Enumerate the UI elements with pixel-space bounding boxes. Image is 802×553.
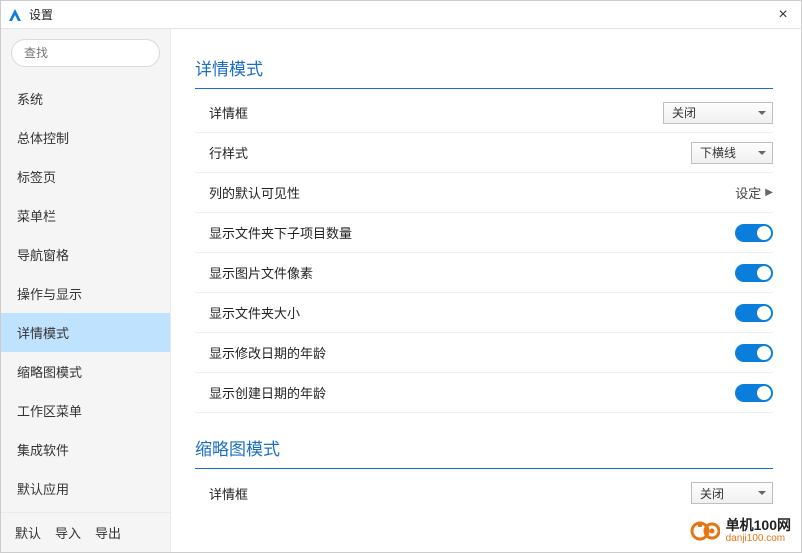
toggle-show-folder-size[interactable] <box>735 304 773 322</box>
toggle-show-image-px[interactable] <box>735 264 773 282</box>
sidebar-item-default-apps[interactable]: 默认应用 <box>1 469 170 508</box>
chevron-right-icon: ▶ <box>765 187 773 198</box>
sidebar-item-tabs[interactable]: 标签页 <box>1 157 170 196</box>
select-detail-box[interactable]: 关闭 <box>663 102 773 124</box>
row-col-visibility: 列的默认可见性 设定 ▶ <box>195 173 773 213</box>
label-detail-box: 详情框 <box>195 103 663 122</box>
search-input[interactable] <box>11 39 160 67</box>
row-row-style: 行样式 下横线 <box>195 133 773 173</box>
title-bar: 设置 × <box>1 1 801 29</box>
label-show-folder-size: 显示文件夹大小 <box>195 303 735 322</box>
sidebar-item-overall-control[interactable]: 总体控制 <box>1 118 170 157</box>
app-logo-icon <box>7 7 23 23</box>
sidebar-nav: 系统 总体控制 标签页 菜单栏 导航窗格 操作与显示 详情模式 缩略图模式 工作… <box>1 75 170 512</box>
sidebar-item-operation-display[interactable]: 操作与显示 <box>1 274 170 313</box>
close-button[interactable]: × <box>771 6 795 24</box>
col-visibility-action-label: 设定 <box>735 183 761 202</box>
sidebar-item-menubar[interactable]: 菜单栏 <box>1 196 170 235</box>
row-detail-box: 详情框 关闭 <box>195 93 773 133</box>
label-show-mod-age: 显示修改日期的年龄 <box>195 343 735 362</box>
select-thumb-detail-box[interactable]: 关闭 <box>691 482 773 504</box>
label-show-child-count: 显示文件夹下子项目数量 <box>195 223 735 242</box>
row-show-child-count: 显示文件夹下子项目数量 <box>195 213 773 253</box>
sidebar-item-detail-mode[interactable]: 详情模式 <box>1 313 170 352</box>
main-area: 系统 总体控制 标签页 菜单栏 导航窗格 操作与显示 详情模式 缩略图模式 工作… <box>1 29 801 552</box>
search-wrap <box>1 29 170 75</box>
select-row-style[interactable]: 下横线 <box>691 142 773 164</box>
toggle-show-mod-age[interactable] <box>735 344 773 362</box>
sidebar-item-system[interactable]: 系统 <box>1 79 170 118</box>
default-button[interactable]: 默认 <box>15 523 41 542</box>
row-show-mod-age: 显示修改日期的年龄 <box>195 333 773 373</box>
row-thumb-detail-box: 详情框 关闭 <box>195 473 773 513</box>
sidebar-item-thumb-mode[interactable]: 缩略图模式 <box>1 352 170 391</box>
bottom-actions: 默认 导入 导出 <box>1 512 170 552</box>
label-show-create-age: 显示创建日期的年龄 <box>195 383 735 402</box>
row-show-create-age: 显示创建日期的年龄 <box>195 373 773 413</box>
export-button[interactable]: 导出 <box>95 523 121 542</box>
row-show-folder-size: 显示文件夹大小 <box>195 293 773 333</box>
content-pane: 详情模式 详情框 关闭 行样式 下横线 列的默认可见性 设定 ▶ 显示文件夹下子… <box>171 29 801 552</box>
label-col-visibility: 列的默认可见性 <box>195 183 735 202</box>
toggle-show-create-age[interactable] <box>735 384 773 402</box>
sidebar-item-nav-pane[interactable]: 导航窗格 <box>1 235 170 274</box>
section-title-thumb: 缩略图模式 <box>195 435 773 469</box>
label-show-image-px: 显示图片文件像素 <box>195 263 735 282</box>
import-button[interactable]: 导入 <box>55 523 81 542</box>
sidebar-item-integrated-software[interactable]: 集成软件 <box>1 430 170 469</box>
sidebar: 系统 总体控制 标签页 菜单栏 导航窗格 操作与显示 详情模式 缩略图模式 工作… <box>1 29 171 552</box>
label-thumb-detail-box: 详情框 <box>195 484 691 503</box>
sidebar-item-workspace-menu[interactable]: 工作区菜单 <box>1 391 170 430</box>
section-title-detail: 详情模式 <box>195 55 773 89</box>
row-show-image-px: 显示图片文件像素 <box>195 253 773 293</box>
window-title: 设置 <box>29 6 53 23</box>
toggle-show-child-count[interactable] <box>735 224 773 242</box>
col-visibility-action[interactable]: 设定 ▶ <box>735 183 773 202</box>
label-row-style: 行样式 <box>195 143 691 162</box>
